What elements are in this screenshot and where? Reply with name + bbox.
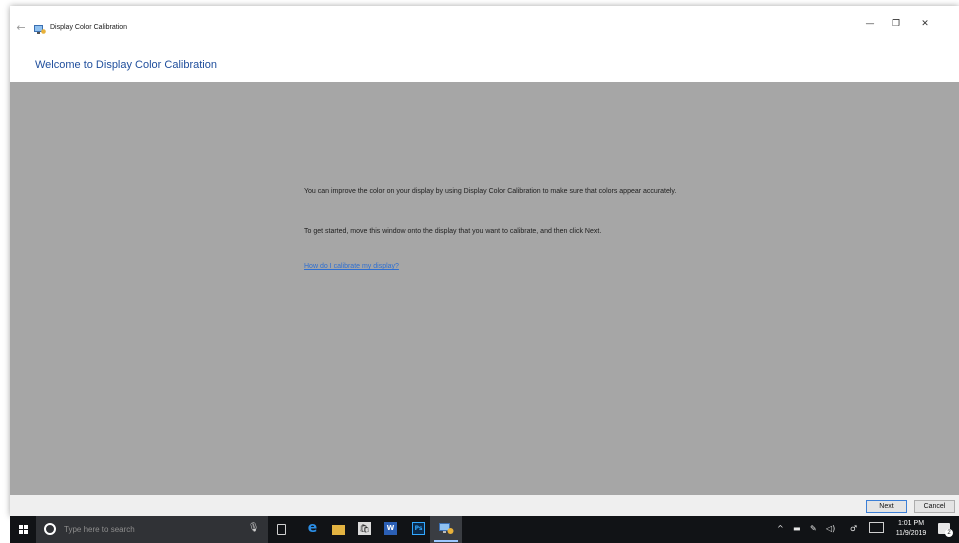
pen-icon[interactable]: ✎ bbox=[810, 524, 817, 533]
network-icon[interactable]: ♂ bbox=[850, 524, 857, 533]
clock-time: 1:01 PM bbox=[897, 520, 925, 527]
back-arrow-icon[interactable]: ← bbox=[14, 21, 28, 35]
title-bar: ← Display Color Calibration — ❐ ✕ bbox=[10, 6, 959, 46]
task-view-icon[interactable] bbox=[277, 524, 286, 535]
help-link[interactable]: How do I calibrate my display? bbox=[304, 263, 399, 270]
search-placeholder: Type here to search bbox=[64, 525, 135, 534]
cancel-button[interactable]: Cancel bbox=[914, 500, 955, 513]
edge-icon[interactable]: e bbox=[306, 521, 319, 535]
content-area bbox=[10, 82, 959, 495]
clock[interactable]: 1:01 PM 11/9/2019 bbox=[890, 519, 932, 539]
button-bar: Next Cancel bbox=[10, 495, 959, 516]
search-box[interactable]: Type here to search 🎙 bbox=[36, 516, 268, 543]
maximize-button[interactable]: ❐ bbox=[884, 16, 908, 32]
battery-icon[interactable]: ▬ bbox=[793, 524, 801, 533]
store-icon[interactable]: 🛍 bbox=[358, 522, 371, 535]
active-app-indicator bbox=[434, 540, 458, 542]
windows-start-icon bbox=[19, 525, 28, 534]
word-icon[interactable]: W bbox=[384, 522, 397, 535]
microphone-icon[interactable]: 🎙 bbox=[248, 523, 259, 533]
calibration-window: ← Display Color Calibration — ❐ ✕ Welcom… bbox=[10, 6, 959, 516]
instructions-paragraph: To get started, move this window onto th… bbox=[304, 228, 602, 235]
clock-date: 11/9/2019 bbox=[895, 530, 927, 537]
chevron-up-icon[interactable]: ^ bbox=[777, 524, 784, 533]
volume-icon[interactable]: ◁) bbox=[826, 524, 835, 533]
next-button[interactable]: Next bbox=[866, 500, 907, 513]
display-color-calibration-icon[interactable] bbox=[438, 521, 454, 536]
cortana-icon bbox=[44, 523, 56, 535]
page-title: Welcome to Display Color Calibration bbox=[35, 59, 217, 71]
taskbar: Type here to search 🎙 e 🛍 W Ps ^ ▬ ✎ ◁) … bbox=[10, 516, 959, 543]
photoshop-icon[interactable]: Ps bbox=[412, 522, 425, 535]
display-color-calibration-app-icon bbox=[34, 25, 46, 34]
keyboard-icon[interactable] bbox=[869, 522, 884, 533]
intro-paragraph: You can improve the color on your displa… bbox=[304, 188, 677, 195]
close-button[interactable]: ✕ bbox=[913, 16, 937, 32]
file-explorer-icon[interactable] bbox=[332, 525, 345, 535]
window-title: Display Color Calibration bbox=[50, 24, 128, 31]
start-button[interactable] bbox=[10, 516, 36, 543]
notification-count-badge: 2 bbox=[945, 529, 953, 537]
minimize-button[interactable]: — bbox=[858, 16, 882, 32]
